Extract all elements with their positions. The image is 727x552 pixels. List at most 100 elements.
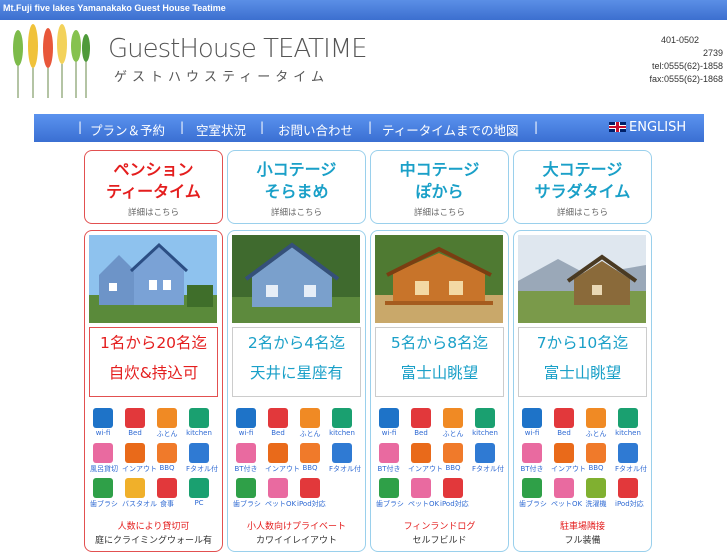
- amenity-label: BT付き: [520, 465, 544, 473]
- amenity-row: 歯ブラシ バスタオル 食事 PC: [90, 478, 222, 513]
- detail-link[interactable]: 詳細はこちら: [371, 206, 508, 218]
- title-line1: 小コテージ: [256, 160, 337, 179]
- toiletry-icon: 歯ブラシ: [90, 478, 118, 509]
- tel: tel:0555(62)-1858: [651, 61, 723, 71]
- bed-icon: Bed: [265, 408, 291, 437]
- wifi-icon-graphic: [236, 408, 256, 428]
- amenity-icons: wi-fi Bed ふとん kitchen BT付き インアウト BBQ Fタオル付 歯ブラシペ…: [376, 408, 508, 513]
- pension-photo[interactable]: [89, 235, 217, 323]
- amenity-label: wi-fi: [238, 429, 254, 437]
- title-card[interactable]: 小コテージ そらまめ 詳細はこちら: [227, 150, 366, 224]
- bathtowel-icon-graphic: [125, 478, 145, 498]
- feature-text: 富士山眺望: [543, 364, 622, 382]
- bbq-icon: BBQ: [440, 443, 466, 472]
- amenity-row: 風呂貸切 インアウト BBQ Fタオル付: [90, 443, 222, 478]
- title-line2: ぽから: [415, 182, 464, 201]
- amenity-label: 食事: [160, 500, 174, 508]
- bottom-note-1: 小人数向けプライベート: [246, 522, 346, 532]
- amenity-label: インアウト: [265, 465, 300, 473]
- postal-code: 401-0502: [660, 35, 699, 45]
- checkin-icon-graphic: [125, 443, 145, 463]
- info-panel: 1名から20名迄 自炊&持込可 wi-fi Bed ふとん kitchen 風呂貸切 イン…: [84, 230, 223, 552]
- title-card[interactable]: 大コテージ サラダタイム 詳細はこちら: [513, 150, 652, 224]
- nav-plan-booking[interactable]: プラン＆予約: [90, 120, 165, 139]
- towel-icon: Fタオル付: [472, 443, 504, 474]
- amenity-row: 歯ブラシ ペットOK iPod対応: [233, 478, 365, 513]
- brand-logo-text[interactable]: GuestHouse TEATIME: [108, 34, 368, 64]
- bath-icon: 風呂貸切: [90, 443, 118, 474]
- nav-contact[interactable]: お問い合わせ: [278, 120, 353, 139]
- checkin-icon-graphic: [411, 443, 431, 463]
- checkin-icon: インアウト: [265, 443, 300, 474]
- kitchen-icon-graphic: [475, 408, 495, 428]
- wifi-icon: wi-fi: [519, 408, 545, 437]
- amenity-label: Fタオル付: [329, 465, 362, 473]
- info-panel: 2名から4名迄 天井に星座有 wi-fi Bed ふとん kitchen BT付き インア…: [227, 230, 366, 552]
- title-card[interactable]: 中コテージ ぽから 詳細はこちら: [370, 150, 509, 224]
- fax: fax:0555(62)-1868: [649, 74, 723, 84]
- title-line2: ティータイム: [106, 182, 201, 201]
- small-cottage-photo[interactable]: [232, 235, 360, 323]
- kitchen-icon: kitchen: [615, 408, 641, 437]
- nav-separator: |: [180, 120, 185, 134]
- top-banner: Mt.Fuji five lakes Yamanakako Guest Hous…: [0, 0, 727, 20]
- capacity-text: 1名から20名迄: [99, 334, 208, 352]
- toiletry-icon-graphic: [93, 478, 113, 498]
- pet-icon-graphic: [411, 478, 431, 498]
- pet-icon: ペットOK: [408, 478, 439, 509]
- medium-cottage-photo[interactable]: [375, 235, 503, 323]
- amenity-row: BT付き インアウト BBQ Fタオル付: [376, 443, 508, 478]
- title-line1: ペンション: [113, 160, 194, 179]
- bbq-icon: BBQ: [297, 443, 323, 472]
- pc-icon-graphic: [189, 478, 209, 498]
- amenity-label: Bed: [414, 429, 428, 437]
- capacity-box: 5名から8名迄 富士山眺望: [375, 327, 504, 397]
- detail-link[interactable]: 詳細はこちら: [85, 206, 222, 218]
- brand-kana: ゲストハウスティータイム: [114, 70, 329, 85]
- feature-text: 自炊&持込可: [108, 364, 199, 382]
- amenity-label: iPod対応: [297, 500, 326, 508]
- title-line2: そらまめ: [264, 182, 329, 201]
- towel-icon-graphic: [332, 443, 352, 463]
- bottom-note-1: 駐車場隣接: [559, 522, 605, 532]
- meal-icon: 食事: [154, 478, 180, 509]
- capacity-box: 2名から4名迄 天井に星座有: [232, 327, 361, 397]
- amenity-label: BBQ: [445, 464, 461, 472]
- ipod-icon-graphic: [443, 478, 463, 498]
- feature-text: 富士山眺望: [400, 364, 479, 382]
- title-line1: 中コテージ: [399, 160, 480, 179]
- towel-icon-graphic: [618, 443, 638, 463]
- towel-icon: Fタオル付: [615, 443, 647, 474]
- nav-availability[interactable]: 空室状況: [196, 120, 246, 139]
- nav-map[interactable]: ティータイムまでの地図: [382, 120, 519, 139]
- amenity-label: ペットOK: [551, 500, 583, 508]
- amenity-label: 歯ブラシ: [519, 500, 547, 508]
- nav-separator: |: [534, 120, 539, 134]
- wifi-icon: wi-fi: [90, 408, 116, 437]
- amenity-label: kitchen: [472, 429, 498, 437]
- bed-icon: Bed: [551, 408, 577, 437]
- toiletry-icon: 歯ブラシ: [376, 478, 404, 509]
- nav-english-label: ENGLISH: [629, 120, 687, 135]
- washer-icon: 洗濯機: [583, 478, 609, 509]
- futon-icon-graphic: [586, 408, 606, 428]
- amenity-label: kitchen: [186, 429, 212, 437]
- kitchen-icon-graphic: [618, 408, 638, 428]
- detail-link[interactable]: 詳細はこちら: [228, 206, 365, 218]
- meal-icon-graphic: [157, 478, 177, 498]
- bottom-note-2: カワイイレイアウト: [255, 536, 337, 546]
- title-card[interactable]: ペンション ティータイム 詳細はこちら: [84, 150, 223, 224]
- ipod-icon: iPod対応: [615, 478, 644, 509]
- bed-icon: Bed: [122, 408, 148, 437]
- detail-link[interactable]: 詳細はこちら: [514, 206, 651, 218]
- futon-icon: ふとん: [440, 408, 466, 439]
- nav-english[interactable]: ENGLISH: [609, 120, 686, 135]
- bath-icon-graphic: [522, 443, 542, 463]
- top-banner-text: Mt.Fuji five lakes Yamanakako Guest Hous…: [3, 3, 226, 13]
- nav-separator: |: [260, 120, 265, 134]
- amenity-label: Bed: [557, 429, 571, 437]
- amenity-label: BT付き: [234, 465, 258, 473]
- bath-icon-graphic: [236, 443, 256, 463]
- large-cottage-photo[interactable]: [518, 235, 646, 323]
- kitchen-icon-graphic: [332, 408, 352, 428]
